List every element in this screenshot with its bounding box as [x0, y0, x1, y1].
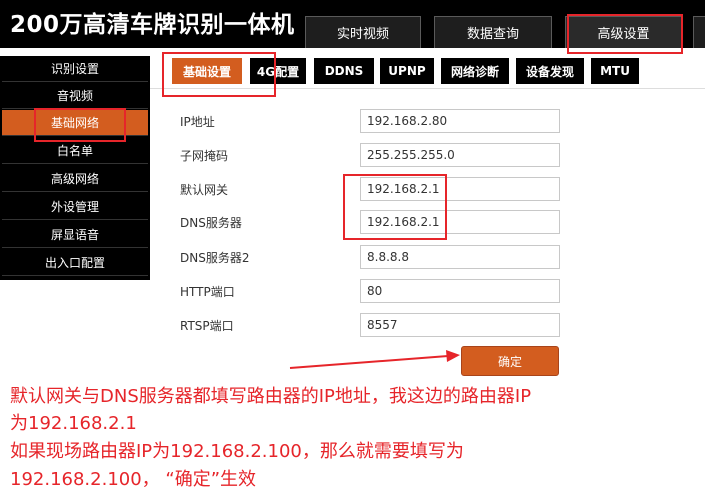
annotation-line-4: 192.168.2.100， “确定”生效 — [10, 469, 257, 490]
annotation-line-1: 默认网关与DNS服务器都填写路由器的IP地址，我这边的路由器IP — [10, 386, 532, 407]
annotation-line-2: 为192.168.2.1 — [10, 413, 137, 434]
annotation-line-3: 如果现场路由器IP为192.168.2.100，那么就需要填写为 — [10, 441, 464, 462]
